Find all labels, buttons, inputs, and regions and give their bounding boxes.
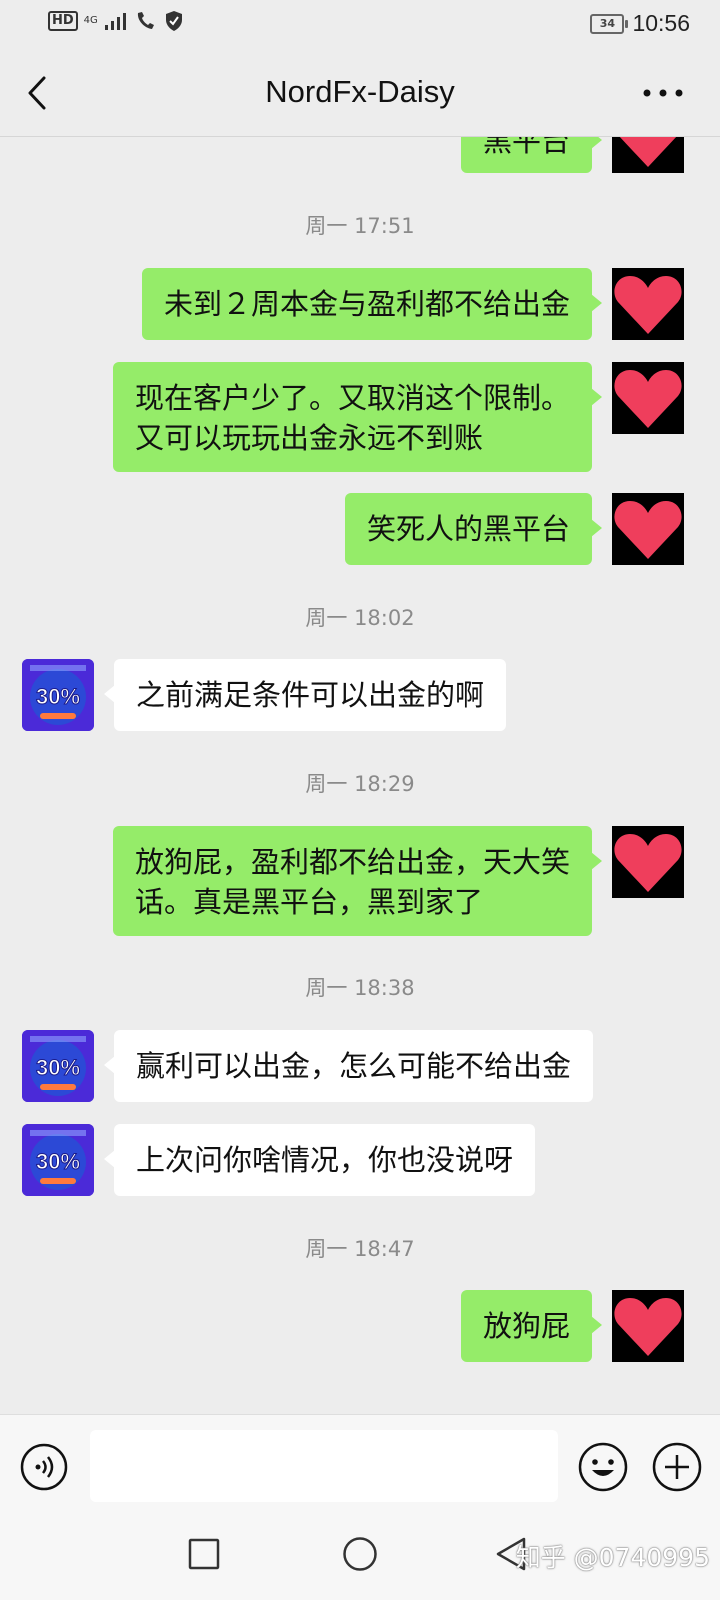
message-timestamp: 周一 18:29 (305, 772, 415, 796)
message-bubble-received[interactable]: 上次问你啥情况，你也没说呀 (103, 1124, 536, 1196)
avatar-me[interactable] (612, 362, 684, 434)
plus-icon (652, 1442, 702, 1492)
message-text-line: 放狗屁，盈利都不给出金，天大笑 (134, 845, 570, 879)
avatar-contact[interactable]: 30% (22, 659, 94, 731)
svg-text:30%: 30% (36, 1149, 80, 1174)
avatar-me[interactable] (612, 826, 684, 898)
status-bar: HD 4G 34 10:56 (0, 0, 720, 50)
avatar-me[interactable] (612, 493, 684, 565)
message-text: 之前满足条件可以出金的啊 (136, 678, 485, 712)
message-bubble-sent[interactable]: 黑平台 (460, 137, 603, 173)
message-bubble-sent[interactable]: 笑死人的黑平台 (344, 493, 603, 565)
more-dots-icon (643, 89, 683, 97)
more-options-button[interactable] (640, 80, 686, 106)
message-text: 放狗屁 (482, 1309, 570, 1343)
message-bubble-sent[interactable]: 放狗屁，盈利都不给出金，天大笑 话。真是黑平台，黑到家了 (112, 826, 603, 936)
more-functions-button[interactable] (652, 1442, 702, 1492)
message-text: 未到２周本金与盈利都不给出金 (163, 287, 570, 321)
signal-icon (104, 13, 126, 30)
message-timestamp: 周一 18:02 (305, 606, 415, 630)
message-text-line: 又可以玩玩出金永远不到账 (134, 421, 483, 455)
chat-messages[interactable]: 黑平台 周一 17:51 未到２周本金与盈利都不给出金 现在客户少了。又取消这个… (0, 137, 720, 1413)
network-type: 4G (83, 15, 98, 26)
wifi-call-icon (137, 12, 154, 29)
avatar-me[interactable] (612, 1290, 684, 1362)
battery-indicator: 34 (590, 13, 629, 34)
shield-icon (165, 11, 182, 31)
promo-badge-icon: 30% (22, 659, 94, 731)
heart-icon (614, 370, 682, 428)
message-text-line: 话。真是黑平台，黑到家了 (134, 885, 483, 919)
heart-icon (614, 501, 682, 559)
svg-text:30%: 30% (36, 1055, 80, 1080)
promo-badge-icon: 30% (22, 1030, 94, 1102)
svg-text:30%: 30% (36, 684, 80, 709)
avatar-contact[interactable]: 30% (22, 1030, 94, 1102)
message-text-line: 现在客户少了。又取消这个限制。 (134, 381, 570, 415)
message-bubble-sent[interactable]: 现在客户少了。又取消这个限制。 又可以玩玩出金永远不到账 (112, 362, 603, 472)
message-timestamp: 周一 18:47 (305, 1237, 415, 1261)
home-circle-icon[interactable] (342, 1536, 378, 1572)
message-bubble-sent[interactable]: 放狗屁 (460, 1290, 603, 1362)
recent-apps-square-icon[interactable] (188, 1538, 220, 1570)
input-bar (0, 1414, 720, 1517)
emoji-icon (578, 1442, 628, 1492)
voice-icon (20, 1443, 68, 1491)
heart-icon (614, 276, 682, 334)
heart-icon (619, 137, 677, 167)
avatar-me[interactable] (612, 268, 684, 340)
message-bubble-sent[interactable]: 未到２周本金与盈利都不给出金 (141, 268, 603, 340)
promo-badge-icon: 30% (22, 1124, 94, 1196)
message-input[interactable] (90, 1430, 558, 1502)
chat-title: NordFx-Daisy (265, 74, 455, 109)
system-navigation-bar: 知乎 @0740995 (0, 1516, 720, 1600)
message-text: 笑死人的黑平台 (366, 512, 570, 546)
voice-button[interactable] (20, 1443, 68, 1491)
avatar-me[interactable] (612, 137, 684, 173)
hd-indicator: HD (48, 11, 78, 31)
emoji-button[interactable] (578, 1442, 628, 1492)
message-text: 上次问你啥情况，你也没说呀 (136, 1143, 514, 1177)
watermark: 知乎 @0740995 (515, 1543, 710, 1572)
chat-header: NordFx-Daisy (0, 50, 720, 137)
message-text: 黑平台 (482, 137, 570, 158)
avatar-contact[interactable]: 30% (22, 1124, 94, 1196)
message-bubble-received[interactable]: 之前满足条件可以出金的啊 (103, 659, 507, 731)
message-timestamp: 周一 17:51 (305, 214, 415, 238)
message-timestamp: 周一 18:38 (305, 976, 415, 1000)
heart-icon (614, 1298, 682, 1356)
clock: 10:56 (632, 10, 690, 36)
heart-icon (614, 834, 682, 892)
message-bubble-received[interactable]: 赢利可以出金，怎么可能不给出金 (103, 1030, 594, 1102)
message-text: 赢利可以出金，怎么可能不给出金 (136, 1049, 572, 1083)
